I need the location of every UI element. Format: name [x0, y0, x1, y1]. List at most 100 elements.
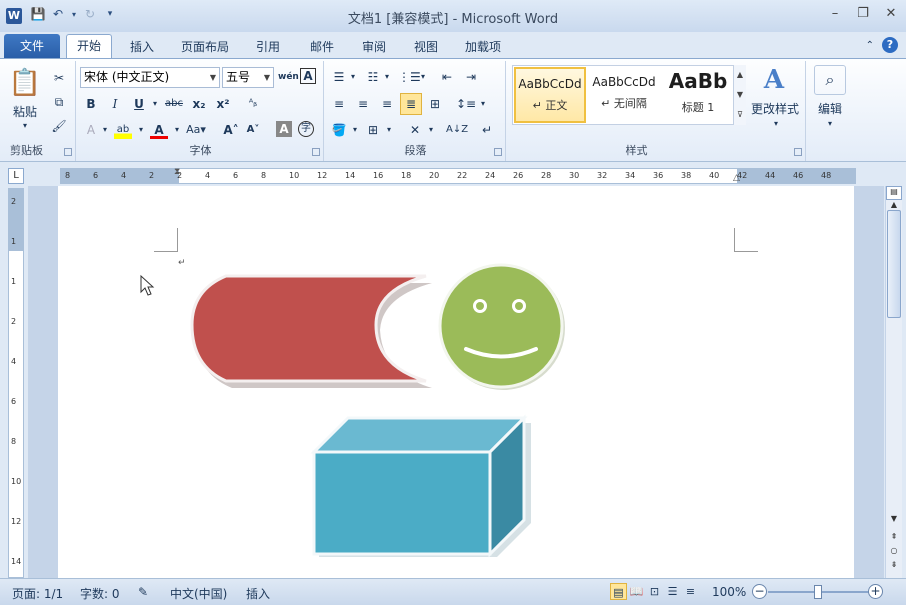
- change-styles-button[interactable]: 更改样式: [748, 99, 802, 117]
- change-styles-icon[interactable]: A: [752, 65, 796, 95]
- subscript-icon[interactable]: x₂: [190, 95, 208, 113]
- phonetic-guide-icon[interactable]: wén: [278, 68, 299, 86]
- chevron-down-icon[interactable]: ▼: [210, 68, 216, 87]
- enclose-characters-icon[interactable]: 字: [298, 121, 314, 137]
- style-no-spacing[interactable]: AaBbCcDd ↵ 无间隔: [588, 67, 660, 123]
- line-spacing-icon[interactable]: ↕≡: [456, 95, 476, 113]
- tab-page-layout[interactable]: 页面布局: [176, 36, 234, 58]
- cut-icon[interactable]: ✂: [50, 69, 68, 87]
- more-styles-icon[interactable]: ⊽: [734, 105, 746, 125]
- grow-font-icon[interactable]: A˄: [222, 121, 240, 139]
- draft-view-icon[interactable]: ≡: [682, 583, 699, 600]
- bullets-dropdown-icon[interactable]: ▾: [344, 68, 362, 86]
- character-border-icon[interactable]: A: [300, 68, 316, 84]
- help-icon[interactable]: ?: [882, 37, 898, 53]
- smiley-face-shape[interactable]: [438, 263, 565, 390]
- zoom-out-icon[interactable]: −: [752, 584, 767, 599]
- tab-mailings[interactable]: 邮件: [302, 36, 342, 58]
- editing-dropdown-icon[interactable]: ▾: [820, 117, 840, 129]
- chevron-down-icon[interactable]: ▼: [734, 85, 746, 105]
- multilevel-dropdown-icon[interactable]: ▾: [414, 68, 432, 86]
- superscript-icon[interactable]: x²: [214, 95, 232, 113]
- align-left-icon[interactable]: ≡: [330, 95, 348, 113]
- tab-references[interactable]: 引用: [248, 36, 288, 58]
- highlight-dropdown-icon[interactable]: ▾: [132, 121, 150, 139]
- browse-object-icon[interactable]: ○: [886, 546, 902, 555]
- insert-mode-status[interactable]: 插入: [246, 585, 270, 602]
- change-styles-dropdown-icon[interactable]: ▾: [766, 117, 786, 129]
- change-case-icon[interactable]: Aa▾: [184, 121, 208, 139]
- tab-insert[interactable]: 插入: [122, 36, 162, 58]
- borders-dropdown-icon[interactable]: ▾: [380, 121, 398, 139]
- editing-button[interactable]: 编辑: [810, 99, 850, 117]
- distributed-icon[interactable]: ⊞: [426, 95, 444, 113]
- style-normal[interactable]: AaBbCcDd ↵ 正文: [514, 67, 586, 123]
- zoom-level[interactable]: 100%: [712, 585, 746, 599]
- shrink-font-icon[interactable]: A˅: [244, 121, 262, 139]
- paste-button[interactable]: 粘贴: [8, 103, 42, 119]
- font-launcher-icon[interactable]: [312, 148, 320, 156]
- font-color-icon[interactable]: A: [150, 121, 168, 139]
- font-size-combobox[interactable]: 五号 ▼: [222, 67, 274, 88]
- strikethrough-icon[interactable]: abc: [162, 95, 186, 113]
- chinese-layout-dropdown-icon[interactable]: ▾: [422, 121, 440, 139]
- restore-icon[interactable]: ❐: [856, 6, 870, 21]
- tab-review[interactable]: 审阅: [354, 36, 394, 58]
- tab-home[interactable]: 开始: [66, 34, 112, 58]
- sort-icon[interactable]: A↓Z: [446, 121, 468, 139]
- page-count[interactable]: 页面: 1/1: [12, 585, 63, 602]
- paragraph-launcher-icon[interactable]: [494, 148, 502, 156]
- binoculars-icon[interactable]: ⌕: [814, 65, 846, 95]
- scroll-up-icon[interactable]: ▲: [886, 200, 902, 209]
- tab-file[interactable]: 文件: [4, 34, 60, 58]
- vertical-ruler[interactable]: 2 1 1 2 4 6 8 10 12 14: [8, 188, 24, 578]
- collapse-ribbon-icon[interactable]: ⌃: [866, 40, 874, 51]
- flowchart-stored-data-shape[interactable]: [190, 274, 432, 388]
- previous-page-icon[interactable]: ⇞: [886, 532, 902, 541]
- styles-launcher-icon[interactable]: [794, 148, 802, 156]
- clipboard-launcher-icon[interactable]: [64, 148, 72, 156]
- chevron-up-icon[interactable]: ▲: [734, 65, 746, 85]
- web-layout-view-icon[interactable]: ⊡: [646, 583, 663, 600]
- zoom-in-icon[interactable]: +: [868, 584, 883, 599]
- style-heading-1[interactable]: AaBb 标题 1: [662, 67, 734, 123]
- text-effects-dropdown-icon[interactable]: ▾: [96, 121, 114, 139]
- bold-icon[interactable]: B: [82, 95, 100, 113]
- language-status[interactable]: 中文(中国): [170, 585, 227, 602]
- increase-indent-icon[interactable]: ⇥: [462, 68, 480, 86]
- scroll-down-icon[interactable]: ▼: [886, 514, 902, 523]
- clear-formatting-icon[interactable]: ᴬᵦ: [244, 95, 262, 113]
- tab-selector[interactable]: L: [8, 168, 24, 184]
- format-painter-icon[interactable]: 🖌: [50, 117, 68, 135]
- paste-icon[interactable]: 📋: [8, 65, 42, 101]
- vertical-scrollbar[interactable]: ▤ ▲ ▼ ⇞ ○ ⇟: [885, 186, 902, 578]
- tab-view[interactable]: 视图: [406, 36, 446, 58]
- document-page[interactable]: ↵: [58, 186, 854, 578]
- align-center-icon[interactable]: ≡: [354, 95, 372, 113]
- proofing-icon[interactable]: ✎: [138, 585, 148, 599]
- minimize-icon[interactable]: –: [828, 6, 842, 21]
- copy-icon[interactable]: ⧉: [50, 93, 68, 111]
- shading-dropdown-icon[interactable]: ▾: [346, 121, 364, 139]
- zoom-slider-thumb[interactable]: [814, 585, 822, 599]
- italic-icon[interactable]: I: [106, 95, 124, 113]
- indent-marker-icon[interactable]: ⧗: [174, 167, 184, 185]
- chevron-down-icon[interactable]: ▼: [264, 68, 270, 87]
- numbering-dropdown-icon[interactable]: ▾: [378, 68, 396, 86]
- horizontal-ruler[interactable]: 8 6 4 2 2 4 6 8 10 12 14 16 18 20 22 24 26 28 30 32 34 36 38 40…: [60, 167, 856, 185]
- scroll-thumb[interactable]: [887, 210, 901, 318]
- font-name-combobox[interactable]: 宋体 (中文正文) ▼: [80, 67, 220, 88]
- highlight-icon[interactable]: ab: [114, 121, 132, 139]
- next-page-icon[interactable]: ⇟: [886, 560, 902, 569]
- character-shading-icon[interactable]: A: [276, 121, 292, 137]
- decrease-indent-icon[interactable]: ⇤: [438, 68, 456, 86]
- line-spacing-dropdown-icon[interactable]: ▾: [474, 95, 492, 113]
- cube-shape[interactable]: [310, 414, 531, 558]
- right-indent-marker-icon[interactable]: △: [733, 173, 741, 183]
- align-right-icon[interactable]: ≡: [378, 95, 396, 113]
- tab-add-ins[interactable]: 加载项: [458, 36, 508, 58]
- full-screen-reading-view-icon[interactable]: 📖: [628, 583, 645, 600]
- show-hide-marks-icon[interactable]: ↵: [478, 121, 496, 139]
- ruler-toggle-icon[interactable]: ▤: [886, 186, 902, 200]
- word-count[interactable]: 字数: 0: [80, 585, 120, 602]
